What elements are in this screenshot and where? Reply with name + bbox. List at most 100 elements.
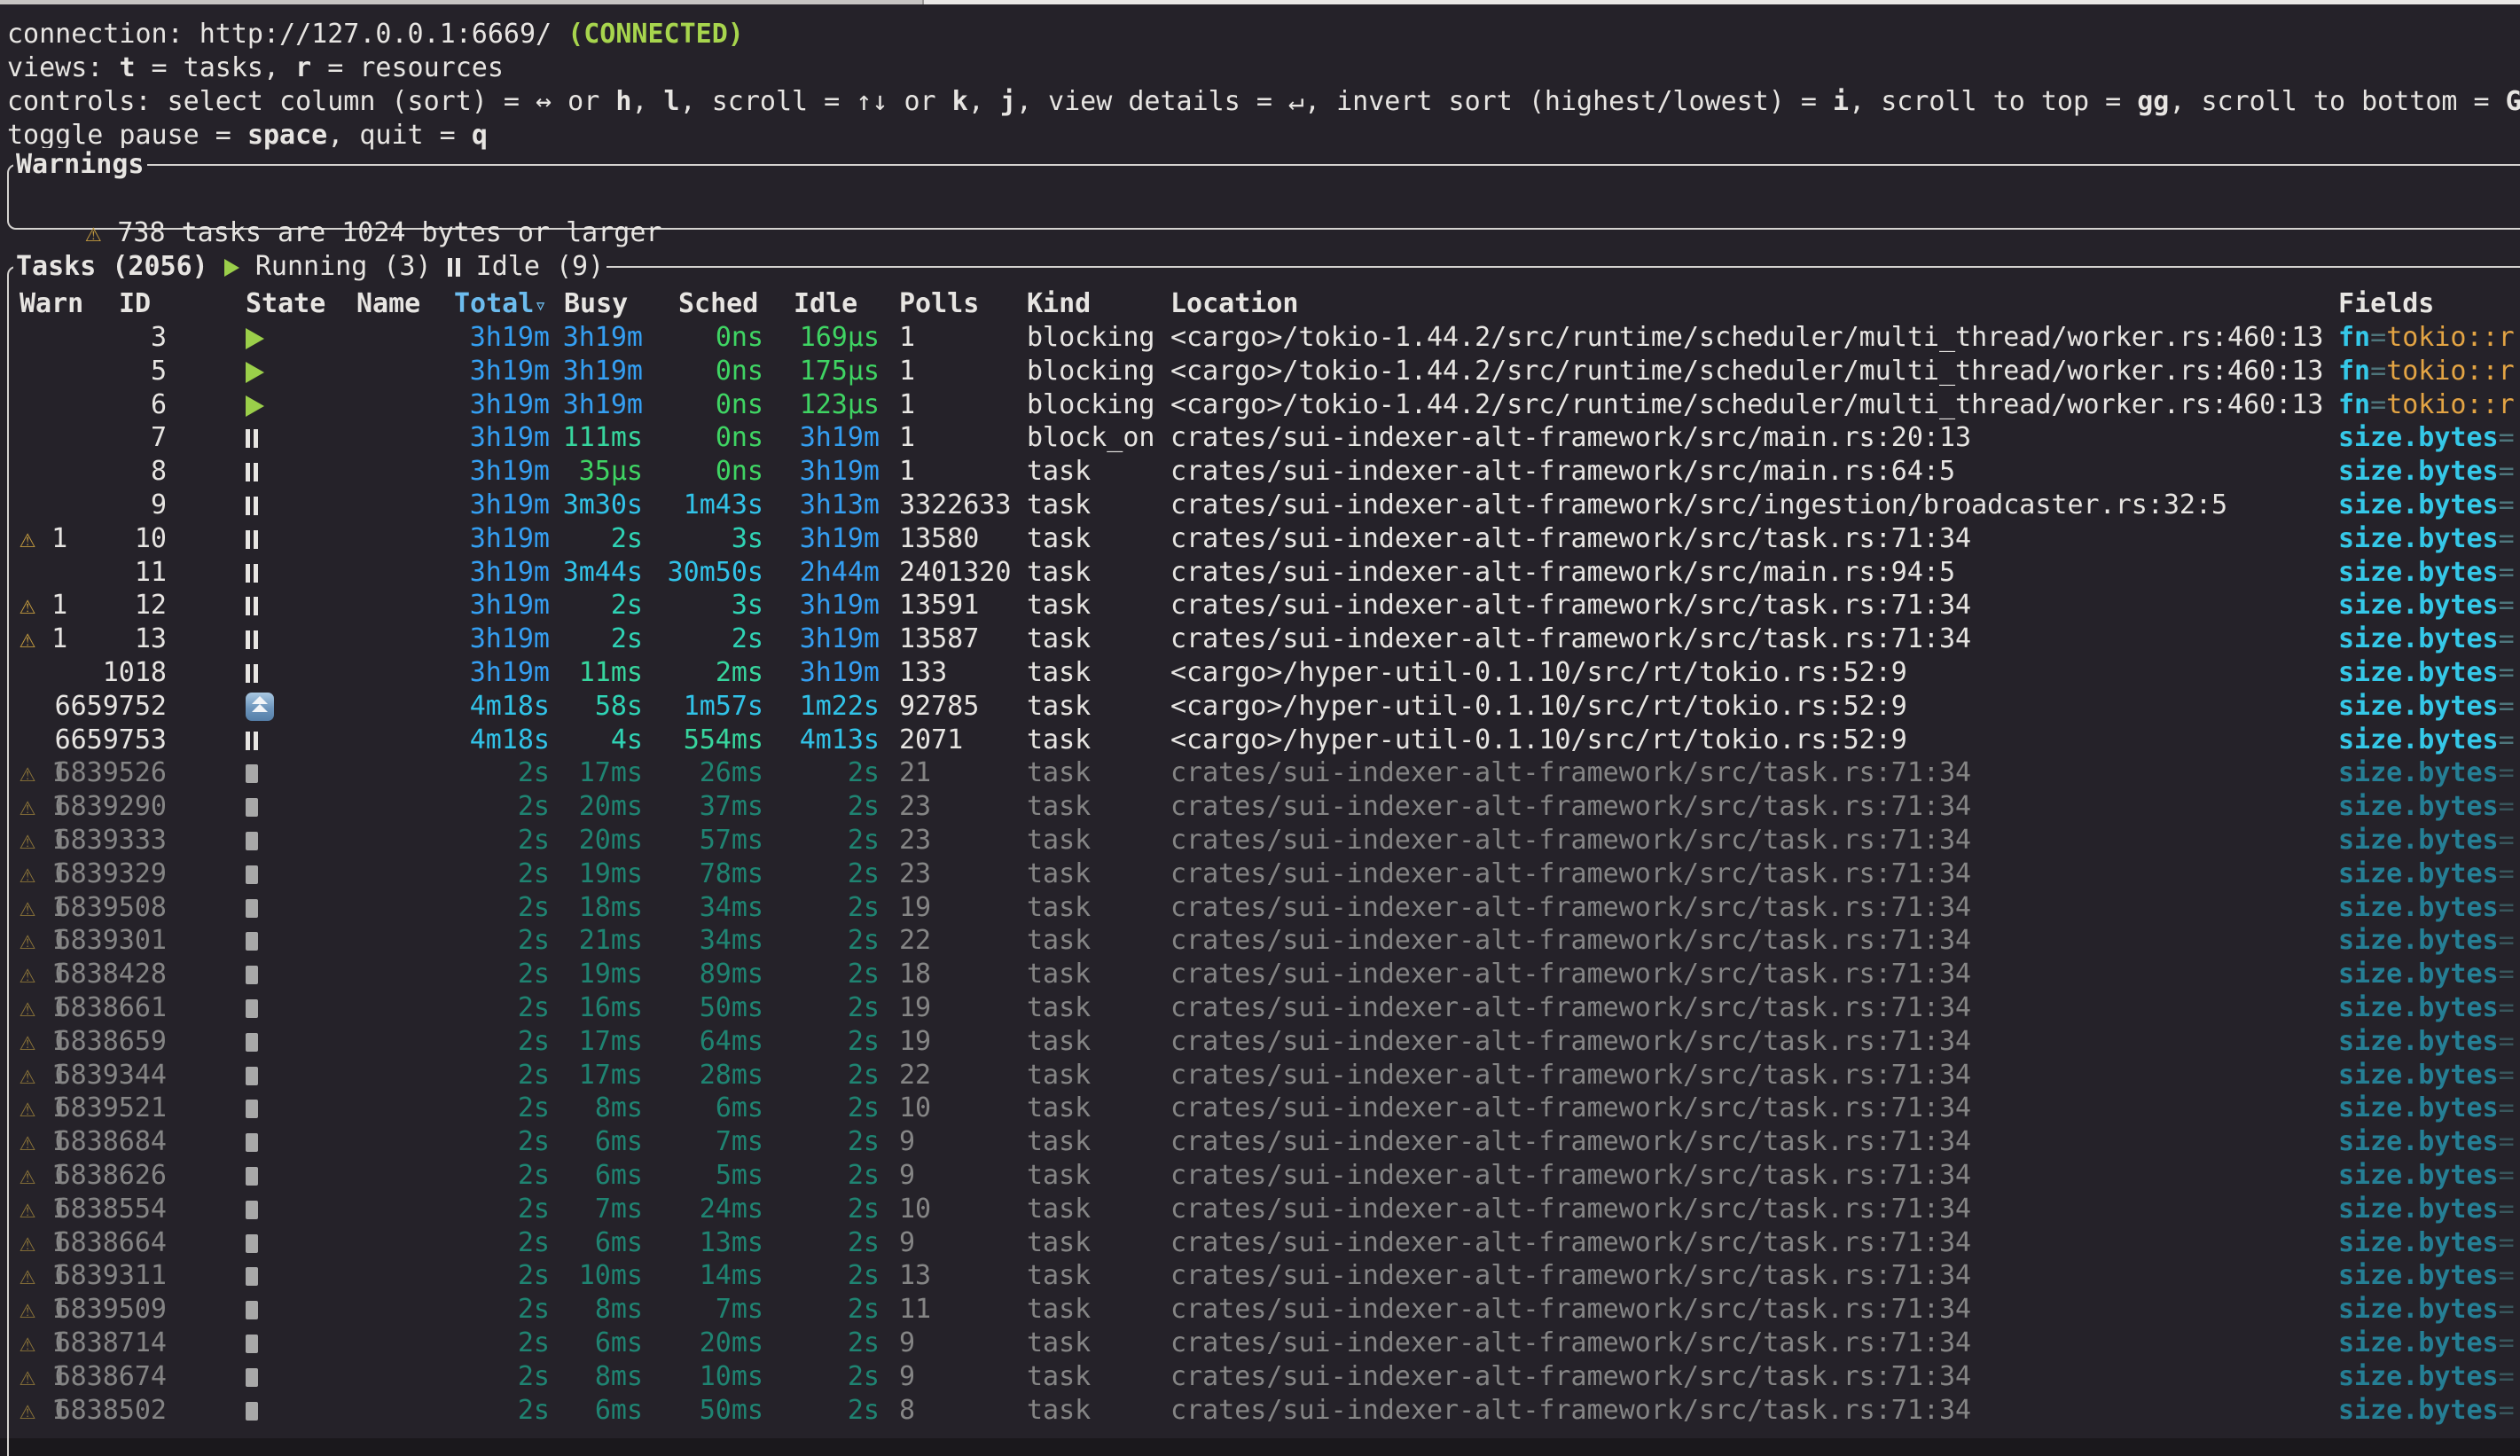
kind-cell: task: [1027, 724, 1164, 757]
total-duration-cell: 3h19m: [417, 321, 550, 355]
warning-icon: ⚠: [20, 1194, 35, 1225]
field-value: tokio::r: [2386, 389, 2515, 420]
task-id-cell: 9: [51, 489, 167, 522]
task-row[interactable]: ⚠ 168385022s6ms50ms2s8taskcrates/sui-ind…: [0, 1394, 2520, 1428]
window-edge-strip: [0, 0, 2520, 4]
column-header-fields[interactable]: Fields: [2338, 287, 2434, 321]
field-equals: =: [2499, 825, 2515, 856]
stopped-icon: [246, 966, 258, 984]
column-header-idle[interactable]: Idle: [794, 287, 857, 321]
running-count-label: Running (3): [239, 251, 448, 282]
fields-cell: size.bytes=: [2338, 1259, 2520, 1293]
task-row[interactable]: ⚠ 1133h19m2s2s3h19m13587taskcrates/sui-i…: [0, 622, 2520, 656]
field-key: size.bytes: [2338, 1227, 2499, 1258]
task-row[interactable]: ⚠ 168395082s18ms34ms2s19taskcrates/sui-i…: [0, 891, 2520, 925]
task-row[interactable]: ⚠ 168393442s17ms28ms2s22taskcrates/sui-i…: [0, 1059, 2520, 1092]
field-equals: =: [2370, 356, 2386, 387]
polls-cell: 23: [899, 790, 1023, 824]
task-row[interactable]: ⚠ 168386612s16ms50ms2s19taskcrates/sui-i…: [0, 991, 2520, 1025]
stopped-icon: [246, 1033, 258, 1052]
task-row[interactable]: ⚠ 168393012s21ms34ms2s22taskcrates/sui-i…: [0, 924, 2520, 958]
kind-cell: task: [1027, 622, 1164, 656]
sched-duration-cell: 1m43s: [652, 489, 763, 522]
sched-duration-cell: 6ms: [652, 1092, 763, 1125]
total-duration-cell: 2s: [417, 891, 550, 925]
task-row[interactable]: ⚠ 1123h19m2s3s3h19m13591taskcrates/sui-i…: [0, 589, 2520, 622]
column-header-name[interactable]: Name: [356, 287, 420, 321]
field-equals: =: [2499, 959, 2515, 990]
task-row[interactable]: ⚠ 168392902s20ms37ms2s23taskcrates/sui-i…: [0, 790, 2520, 824]
task-row[interactable]: ⚠ 168395262s17ms26ms2s21taskcrates/sui-i…: [0, 756, 2520, 790]
sched-duration-cell: 50ms: [652, 1394, 763, 1428]
task-row[interactable]: 113h19m3m44s30m50s2h44m2401320taskcrates…: [0, 556, 2520, 590]
location-cell: crates/sui-indexer-alt-framework/src/tas…: [1170, 1293, 2500, 1327]
polls-cell: 1: [899, 421, 1023, 455]
task-row[interactable]: 33h19m3h19m0ns169µs1blocking<cargo>/toki…: [0, 321, 2520, 355]
column-header-warn[interactable]: Warn: [20, 287, 83, 321]
fields-cell: size.bytes=: [2338, 1394, 2520, 1428]
warning-icon: ⚠: [20, 858, 35, 889]
location-cell: crates/sui-indexer-alt-framework/src/tas…: [1170, 891, 2500, 925]
task-row[interactable]: 73h19m111ms0ns3h19m1block_oncrates/sui-i…: [0, 421, 2520, 455]
task-row[interactable]: ⚠ 1103h19m2s3s3h19m13580taskcrates/sui-i…: [0, 522, 2520, 556]
sched-duration-cell: 3s: [652, 589, 763, 622]
task-state-cell: [246, 724, 299, 757]
sched-duration-cell: 1m57s: [652, 690, 763, 724]
warnings-panel-title: Warnings: [13, 148, 147, 182]
fields-cell: size.bytes=: [2338, 1226, 2520, 1260]
location-cell: crates/sui-indexer-alt-framework/src/tas…: [1170, 1092, 2500, 1125]
field-equals: =: [2499, 590, 2515, 621]
task-row[interactable]: ⚠ 168386592s17ms64ms2s19taskcrates/sui-i…: [0, 1025, 2520, 1059]
column-header-polls[interactable]: Polls: [899, 287, 979, 321]
column-header-kind[interactable]: Kind: [1027, 287, 1091, 321]
task-row[interactable]: ⚠ 168386742s8ms10ms2s9taskcrates/sui-ind…: [0, 1360, 2520, 1394]
column-header-sched[interactable]: Sched: [678, 287, 758, 321]
task-row[interactable]: 10183h19m11ms2ms3h19m133task<cargo>/hype…: [0, 656, 2520, 690]
kind-cell: task: [1027, 1394, 1164, 1428]
task-row[interactable]: 53h19m3h19m0ns175µs1blocking<cargo>/toki…: [0, 355, 2520, 388]
task-row[interactable]: 93h19m3m30s1m43s3h13m3322633taskcrates/s…: [0, 489, 2520, 522]
task-row[interactable]: ⚠ 168395212s8ms6ms2s10taskcrates/sui-ind…: [0, 1092, 2520, 1125]
task-row[interactable]: ⚠ 168386842s6ms7ms2s9taskcrates/sui-inde…: [0, 1125, 2520, 1159]
task-row[interactable]: ⚠ 168384282s19ms89ms2s18taskcrates/sui-i…: [0, 958, 2520, 991]
task-id-cell: 6839301: [51, 924, 167, 958]
total-duration-cell: 3h19m: [417, 622, 550, 656]
task-id-cell: 6839329: [51, 857, 167, 891]
polls-cell: 1: [899, 455, 1023, 489]
task-row[interactable]: ⚠ 168385542s7ms24ms2s10taskcrates/sui-in…: [0, 1193, 2520, 1226]
task-id-cell: 5: [51, 355, 167, 388]
location-cell: crates/sui-indexer-alt-framework/src/tas…: [1170, 589, 2500, 622]
column-header-id[interactable]: ID: [119, 287, 151, 321]
task-row[interactable]: ⚠ 168393292s19ms78ms2s23taskcrates/sui-i…: [0, 857, 2520, 891]
column-header-location[interactable]: Location: [1170, 287, 1299, 321]
sched-duration-cell: 10ms: [652, 1360, 763, 1394]
polls-cell: 13587: [899, 622, 1023, 656]
polls-cell: 133: [899, 656, 1023, 690]
polls-cell: 2401320: [899, 556, 1023, 590]
column-header-total[interactable]: Total▿: [454, 287, 547, 322]
busy-duration-cell: 6ms: [554, 1226, 643, 1260]
task-row[interactable]: ⚠ 168393112s10ms14ms2s13taskcrates/sui-i…: [0, 1259, 2520, 1293]
kind-cell: task: [1027, 455, 1164, 489]
column-header-state[interactable]: State: [246, 287, 325, 321]
task-row[interactable]: ⚠ 168387142s6ms20ms2s9taskcrates/sui-ind…: [0, 1327, 2520, 1360]
busy-duration-cell: 7ms: [554, 1193, 643, 1226]
task-row[interactable]: ⚠ 168386642s6ms13ms2s9taskcrates/sui-ind…: [0, 1226, 2520, 1260]
task-row[interactable]: 66597534m18s4s554ms4m13s2071task<cargo>/…: [0, 724, 2520, 757]
task-row[interactable]: ⚠ 168393332s20ms57ms2s23taskcrates/sui-i…: [0, 824, 2520, 857]
fields-cell: size.bytes=: [2338, 421, 2520, 455]
total-duration-cell: 2s: [417, 824, 550, 857]
field-key: size.bytes: [2338, 1294, 2499, 1325]
field-key: size.bytes: [2338, 724, 2499, 755]
help-text-segment: toggle pause =: [7, 120, 247, 151]
task-row[interactable]: 66597524m18s58s1m57s1m22s92785task<cargo…: [0, 690, 2520, 724]
column-header-busy[interactable]: Busy: [564, 287, 628, 321]
task-row[interactable]: ⚠ 168386262s6ms5ms2s9taskcrates/sui-inde…: [0, 1159, 2520, 1193]
task-row[interactable]: ⚠ 168395092s8ms7ms2s11taskcrates/sui-ind…: [0, 1293, 2520, 1327]
polls-cell: 21: [899, 756, 1023, 790]
idle-duration-cell: 2s: [768, 1327, 880, 1360]
task-row[interactable]: 63h19m3h19m0ns123µs1blocking<cargo>/toki…: [0, 388, 2520, 422]
busy-duration-cell: 3m30s: [554, 489, 643, 522]
task-row[interactable]: 83h19m35µs0ns3h19m1taskcrates/sui-indexe…: [0, 455, 2520, 489]
kind-cell: task: [1027, 1159, 1164, 1193]
